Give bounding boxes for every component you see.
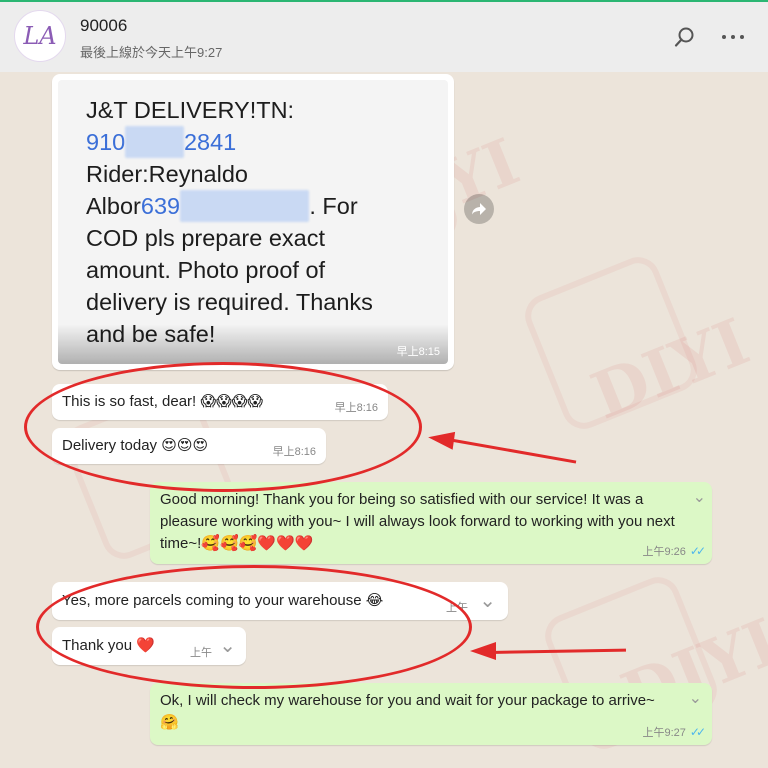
sms-screenshot-text: J&T DELIVERY!TN: 910xxxxx2841 Rider:Reyn… bbox=[86, 94, 416, 350]
rider-name-part: Albor bbox=[86, 193, 141, 219]
sms-line-rest: . For bbox=[309, 193, 358, 219]
chevron-down-icon[interactable]: ⌄ bbox=[693, 487, 706, 507]
avatar[interactable]: LA bbox=[14, 10, 66, 62]
chevron-down-icon[interactable]: ⌄ bbox=[689, 688, 702, 708]
rider-phone-line: Albor639xxxxxxxxxxx. For bbox=[86, 190, 416, 222]
outgoing-message[interactable]: Ok, I will check my warehouse for you an… bbox=[150, 683, 712, 745]
annotation-ellipse bbox=[36, 565, 472, 689]
sms-line: COD pls prepare exact bbox=[86, 225, 326, 251]
read-receipt-icon: ✓✓ bbox=[689, 725, 706, 739]
chevron-down-icon[interactable]: ⌄ bbox=[479, 588, 496, 613]
chat-header: LA 90006 最後上線於今天上午9:27 bbox=[0, 0, 768, 72]
image-shade bbox=[58, 324, 448, 364]
message-text: Good morning! Thank you for being so sat… bbox=[160, 491, 675, 552]
message-time: 早上8:15 bbox=[396, 346, 440, 358]
tracking-end: 2841 bbox=[183, 129, 237, 155]
sms-line: J&T DELIVERY!TN: bbox=[86, 97, 295, 123]
sms-line: delivery is required. Thanks bbox=[86, 289, 373, 315]
image-content: J&T DELIVERY!TN: 910xxxxx2841 Rider:Reyn… bbox=[58, 80, 448, 364]
annotation-ellipse bbox=[24, 362, 422, 492]
redacted-block: xxxxx bbox=[125, 126, 184, 158]
sms-line: Rider:Reynaldo bbox=[86, 161, 248, 187]
message-meta: 上午9:26 ✓✓ bbox=[642, 543, 706, 559]
read-receipt-icon: ✓✓ bbox=[689, 544, 706, 558]
sms-line: amount. Photo proof of bbox=[86, 257, 326, 283]
message-text: Ok, I will check my warehouse for you an… bbox=[160, 692, 655, 731]
last-seen-status: 最後上線於今天上午9:27 bbox=[80, 45, 223, 60]
message-time: 上午9:27 bbox=[642, 727, 686, 739]
more-options-icon[interactable] bbox=[720, 24, 746, 50]
phone-start: 639 bbox=[140, 193, 181, 219]
forward-icon[interactable] bbox=[464, 194, 494, 224]
message-meta: 上午9:27 ✓✓ bbox=[642, 724, 706, 740]
tracking-number: 910xxxxx2841 bbox=[86, 126, 416, 158]
contact-name[interactable]: 90006 bbox=[80, 16, 127, 36]
tracking-start: 910 bbox=[86, 129, 126, 155]
message-time: 上午9:26 bbox=[642, 546, 686, 558]
image-message[interactable]: J&T DELIVERY!TN: 910xxxxx2841 Rider:Reyn… bbox=[52, 74, 454, 370]
redacted-block: xxxxxxxxxxx bbox=[180, 190, 310, 222]
search-icon[interactable] bbox=[672, 24, 698, 50]
avatar-text: LA bbox=[23, 22, 57, 50]
outgoing-message[interactable]: Good morning! Thank you for being so sat… bbox=[150, 482, 712, 564]
